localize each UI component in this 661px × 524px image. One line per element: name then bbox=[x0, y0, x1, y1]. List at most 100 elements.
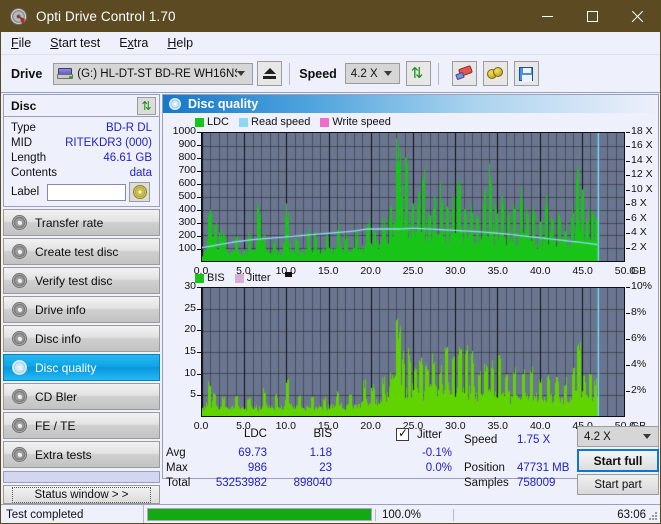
ldc-chart-canvas bbox=[202, 133, 624, 261]
sidebar-item-label: Drive info bbox=[35, 302, 86, 317]
bitsetting-button[interactable] bbox=[482, 61, 508, 86]
sidebar-item-extra-tests[interactable]: Extra tests bbox=[3, 441, 160, 468]
bis-ytick-mark-right bbox=[626, 287, 630, 288]
stats-total-ldc: 53253982 bbox=[215, 477, 267, 489]
stats-samples-value: 758009 bbox=[517, 477, 556, 489]
disc-row-key: MID bbox=[11, 136, 33, 149]
ldc-ytick-mark-right bbox=[626, 132, 630, 133]
refresh-button[interactable]: ⇅ bbox=[405, 61, 431, 86]
sidebar-item-create-test-disc[interactable]: Create test disc bbox=[3, 238, 160, 265]
bis-ytick-right: 6% bbox=[631, 332, 647, 344]
disc-label-button[interactable] bbox=[129, 182, 151, 202]
speed-select-value: 4.2 X bbox=[350, 67, 378, 80]
stats-avg-bis: 1.18 bbox=[309, 447, 332, 459]
legend-marker-square bbox=[284, 272, 292, 277]
sidebar: Disc ⇅ Type BD-R DL MID RITEKDR3 (000) L… bbox=[3, 94, 160, 479]
drive-select[interactable]: (G:) HL-DT-ST BD-RE WH16NS48 1.D3 bbox=[53, 62, 254, 85]
stats-samples-label: Samples bbox=[464, 477, 509, 489]
stats-row-max: Max bbox=[166, 462, 188, 474]
legend-item-read-speed: Read speed bbox=[239, 116, 310, 128]
ldc-ytick-mark bbox=[197, 249, 201, 250]
sidebar-item-disc-quality[interactable]: Disc quality bbox=[3, 354, 160, 381]
progress-cell bbox=[143, 504, 375, 523]
ldc-ytick-mark bbox=[197, 184, 201, 185]
ldc-ytick-mark-right bbox=[626, 233, 630, 234]
menu-file[interactable]: File bbox=[10, 34, 32, 52]
minimize-button[interactable] bbox=[525, 1, 570, 32]
menu-extra[interactable]: Extra bbox=[118, 34, 149, 52]
speed-select[interactable]: 4.2 X bbox=[344, 63, 400, 84]
disc-row-key: Length bbox=[11, 151, 47, 164]
maximize-button[interactable] bbox=[570, 1, 615, 32]
sidebar-item-transfer-rate[interactable]: Transfer rate bbox=[3, 209, 160, 236]
status-window-button[interactable]: Status window > > bbox=[3, 485, 160, 504]
content-panel: Disc quality LDC Read speed Write speed … bbox=[162, 94, 659, 479]
start-part-label: Start part bbox=[594, 478, 642, 491]
coins-icon bbox=[486, 66, 504, 81]
window-title: Opti Drive Control 1.70 bbox=[36, 9, 176, 24]
ldc-ytick-right: 2 X bbox=[631, 240, 647, 253]
ldc-ytick-right: 14 X bbox=[631, 153, 653, 166]
bis-ytick-mark-right bbox=[626, 313, 630, 314]
disc-label-row: Label bbox=[4, 180, 159, 204]
disc-label-input[interactable] bbox=[47, 183, 127, 201]
sidebar-spacer bbox=[3, 471, 160, 483]
start-full-button[interactable]: Start full bbox=[577, 449, 659, 472]
ldc-xtick: 30.0 bbox=[445, 265, 466, 277]
start-part-button[interactable]: Start part bbox=[577, 474, 659, 495]
ldc-ytick-right: 4 X bbox=[631, 226, 647, 239]
erase-button[interactable] bbox=[451, 61, 477, 86]
eject-button[interactable] bbox=[257, 61, 283, 86]
ldc-ytick-mark bbox=[197, 171, 201, 172]
elapsed-time: 63:06 bbox=[453, 508, 660, 521]
drive-icon bbox=[57, 67, 74, 80]
bis-ytick-left: 25 bbox=[184, 301, 196, 314]
legend-item-jitter: Jitter bbox=[234, 272, 271, 284]
toolbar-separator-2 bbox=[437, 62, 439, 85]
ldc-ytick-left: 500 bbox=[178, 190, 196, 202]
menu-start-test[interactable]: Start test bbox=[49, 34, 101, 52]
bis-ytick-mark bbox=[197, 287, 201, 288]
menu-bar: File Start test Extra Help bbox=[1, 32, 660, 55]
sidebar-item-verify-test-disc[interactable]: Verify test disc bbox=[3, 267, 160, 294]
bis-ytick-left: 5 bbox=[190, 388, 196, 401]
ldc-ytick-mark bbox=[197, 236, 201, 237]
sidebar-item-fe-te[interactable]: FE / TE bbox=[3, 412, 160, 439]
sidebar-item-cd-bler[interactable]: CD Bler bbox=[3, 383, 160, 410]
disc-refresh-button[interactable]: ⇅ bbox=[137, 96, 156, 115]
save-button[interactable] bbox=[513, 61, 539, 86]
stats-row-avg: Avg bbox=[166, 447, 186, 459]
disc-icon bbox=[12, 273, 27, 288]
bis-ytick-right: 2% bbox=[631, 384, 647, 396]
jitter-checkbox[interactable] bbox=[396, 426, 409, 441]
chevron-down-icon bbox=[237, 71, 246, 76]
legend-item-ldc: LDC bbox=[195, 116, 229, 128]
stats-speed-value: 1.75 X bbox=[517, 434, 551, 446]
drive-label: Drive bbox=[11, 66, 43, 81]
ldc-ytick-right: 8 X bbox=[631, 197, 647, 210]
menu-help[interactable]: Help bbox=[166, 34, 194, 52]
close-button[interactable] bbox=[615, 1, 660, 32]
test-speed-select[interactable]: 4.2 X bbox=[577, 426, 659, 447]
disc-icon bbox=[169, 98, 181, 110]
start-full-label: Start full bbox=[593, 453, 643, 468]
ldc-xtick: 25.0 bbox=[402, 265, 424, 277]
content-header: Disc quality bbox=[163, 95, 658, 113]
resize-grip[interactable] bbox=[648, 512, 658, 522]
ldc-xtick: 45.0 bbox=[572, 265, 593, 277]
sidebar-item-disc-info[interactable]: Disc info bbox=[3, 325, 160, 352]
legend-swatch-read-speed bbox=[239, 117, 249, 127]
disc-panel-title: Disc bbox=[11, 98, 37, 113]
sidebar-item-label: FE / TE bbox=[35, 418, 76, 433]
bis-ytick-left: 10 bbox=[184, 366, 196, 379]
ldc-ytick-mark-right bbox=[626, 161, 630, 162]
ldc-ytick-right: 6 X bbox=[631, 211, 647, 224]
sidebar-item-label: Disc quality bbox=[35, 360, 97, 375]
stats-jitter-avg: -0.1% bbox=[421, 447, 452, 459]
sidebar-item-label: Extra tests bbox=[35, 447, 92, 462]
sidebar-item-drive-info[interactable]: Drive info bbox=[3, 296, 160, 323]
toolbar: Drive (G:) HL-DT-ST BD-RE WH16NS48 1.D3 … bbox=[1, 55, 660, 93]
bis-ytick-mark bbox=[197, 395, 201, 396]
bis-chart-canvas bbox=[202, 288, 624, 416]
ldc-ytick-mark bbox=[197, 158, 201, 159]
